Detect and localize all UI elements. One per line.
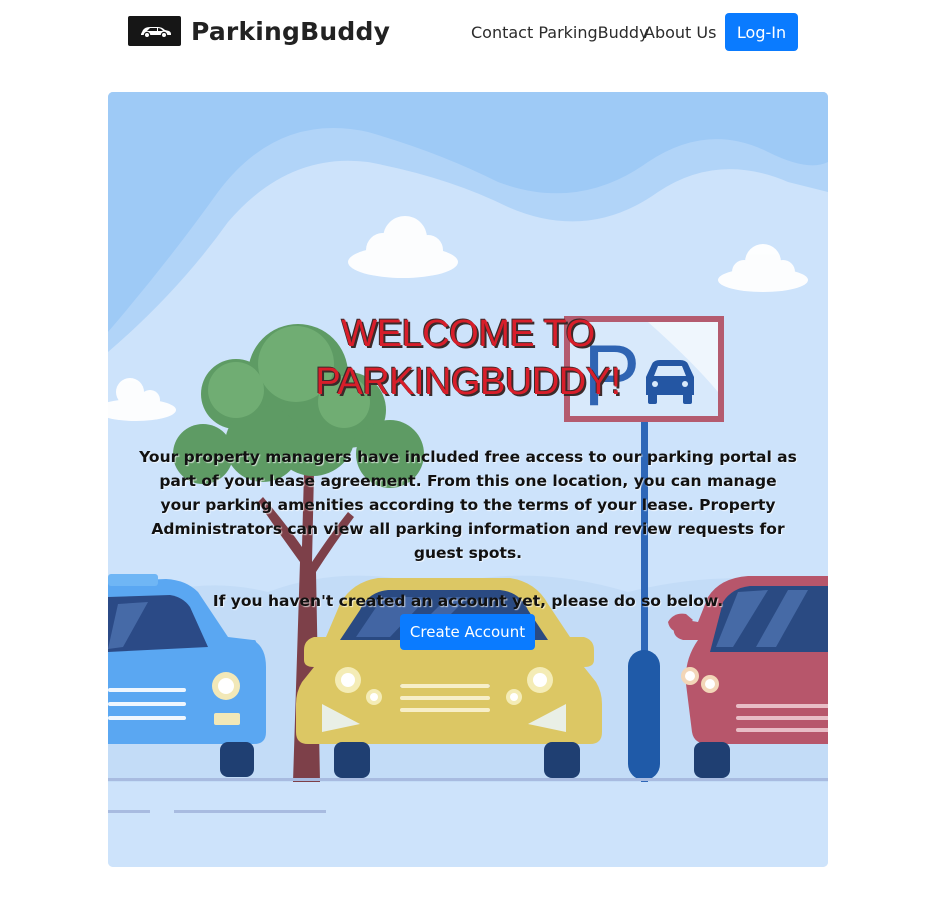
hero-paragraph: Your property managers have included fre… <box>139 448 797 562</box>
create-account-button[interactable]: Create Account <box>400 614 535 650</box>
hero-title-line1: WELCOME TO <box>341 313 595 355</box>
nav-link-contact[interactable]: Contact ParkingBuddy <box>471 23 649 42</box>
hero-banner: P WELCOME TO PARKINGBUDDY! Your property… <box>108 92 828 867</box>
login-button[interactable]: Log-In <box>725 13 798 51</box>
nav-link-about[interactable]: About Us <box>644 23 716 42</box>
hero-prompt: If you haven't created an account yet, p… <box>212 592 724 610</box>
car-logo-icon <box>128 16 181 46</box>
brand[interactable]: ParkingBuddy <box>128 16 390 46</box>
brand-name: ParkingBuddy <box>191 16 391 46</box>
hero-description: Your property managers have included fre… <box>138 445 798 613</box>
navbar: ParkingBuddy Contact ParkingBuddy About … <box>0 0 936 66</box>
hero-title: WELCOME TO PARKINGBUDDY! <box>108 310 828 406</box>
hero-title-line2: PARKINGBUDDY! <box>315 361 621 403</box>
